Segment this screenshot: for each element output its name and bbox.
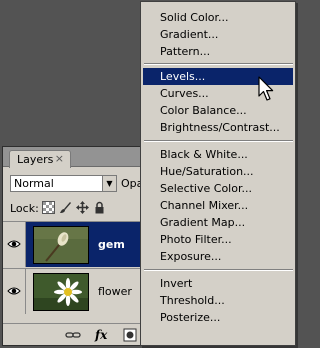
layer-thumbnail-flower — [33, 273, 89, 311]
lock-position-move-icon[interactable] — [76, 201, 89, 214]
menu-item-hue-saturation[interactable]: Hue/Saturation... — [143, 163, 293, 180]
mouse-pointer-icon — [258, 76, 274, 101]
mask-icon[interactable] — [123, 328, 137, 342]
chevron-down-icon[interactable]: ▼ — [102, 176, 116, 191]
menu-item-brightness-contrast[interactable]: Brightness/Contrast... — [143, 119, 293, 136]
menu-item-photo-filter[interactable]: Photo Filter... — [143, 231, 293, 248]
eye-icon — [7, 240, 21, 248]
layer-thumbnail-gem — [33, 226, 89, 264]
menu-item-gradient-map[interactable]: Gradient Map... — [143, 214, 293, 231]
blend-mode-select[interactable]: Normal ▼ — [10, 175, 117, 192]
menu-item-solid-color[interactable]: Solid Color... — [143, 9, 293, 26]
menu-item-posterize[interactable]: Posterize... — [143, 309, 293, 326]
menu-item-channel-mixer[interactable]: Channel Mixer... — [143, 197, 293, 214]
menu-separator — [144, 269, 293, 271]
menu-item-exposure[interactable]: Exposure... — [143, 248, 293, 265]
menu-item-threshold[interactable]: Threshold... — [143, 292, 293, 309]
tab-layers-label: Layers — [17, 153, 54, 166]
close-icon[interactable]: × — [55, 152, 64, 165]
fx-icon[interactable]: fx — [95, 328, 109, 342]
menu-item-invert[interactable]: Invert — [143, 275, 293, 292]
menu-item-gradient[interactable]: Gradient... — [143, 26, 293, 43]
menu-item-color-balance[interactable]: Color Balance... — [143, 102, 293, 119]
menu-item-pattern[interactable]: Pattern... — [143, 43, 293, 60]
menu-item-selective-color[interactable]: Selective Color... — [143, 180, 293, 197]
menu-separator — [144, 63, 293, 65]
adjustment-layer-menu: Solid Color... Gradient... Pattern... Le… — [140, 1, 296, 346]
lock-label: Lock: — [10, 202, 39, 215]
layer-name[interactable]: gem — [98, 238, 125, 251]
tab-layers[interactable]: Layers × — [9, 150, 71, 168]
menu-separator — [144, 140, 293, 142]
link-icon[interactable] — [65, 328, 81, 342]
lock-transparency-icon[interactable] — [42, 201, 55, 214]
lock-pixels-brush-icon[interactable] — [59, 201, 72, 214]
layer-name[interactable]: flower — [98, 285, 132, 298]
blend-mode-value: Normal — [14, 177, 54, 190]
visibility-toggle[interactable] — [3, 222, 26, 267]
menu-item-black-white[interactable]: Black & White... — [143, 146, 293, 163]
visibility-toggle[interactable] — [3, 269, 26, 314]
lock-all-icon[interactable] — [93, 201, 106, 214]
eye-icon — [7, 287, 21, 295]
